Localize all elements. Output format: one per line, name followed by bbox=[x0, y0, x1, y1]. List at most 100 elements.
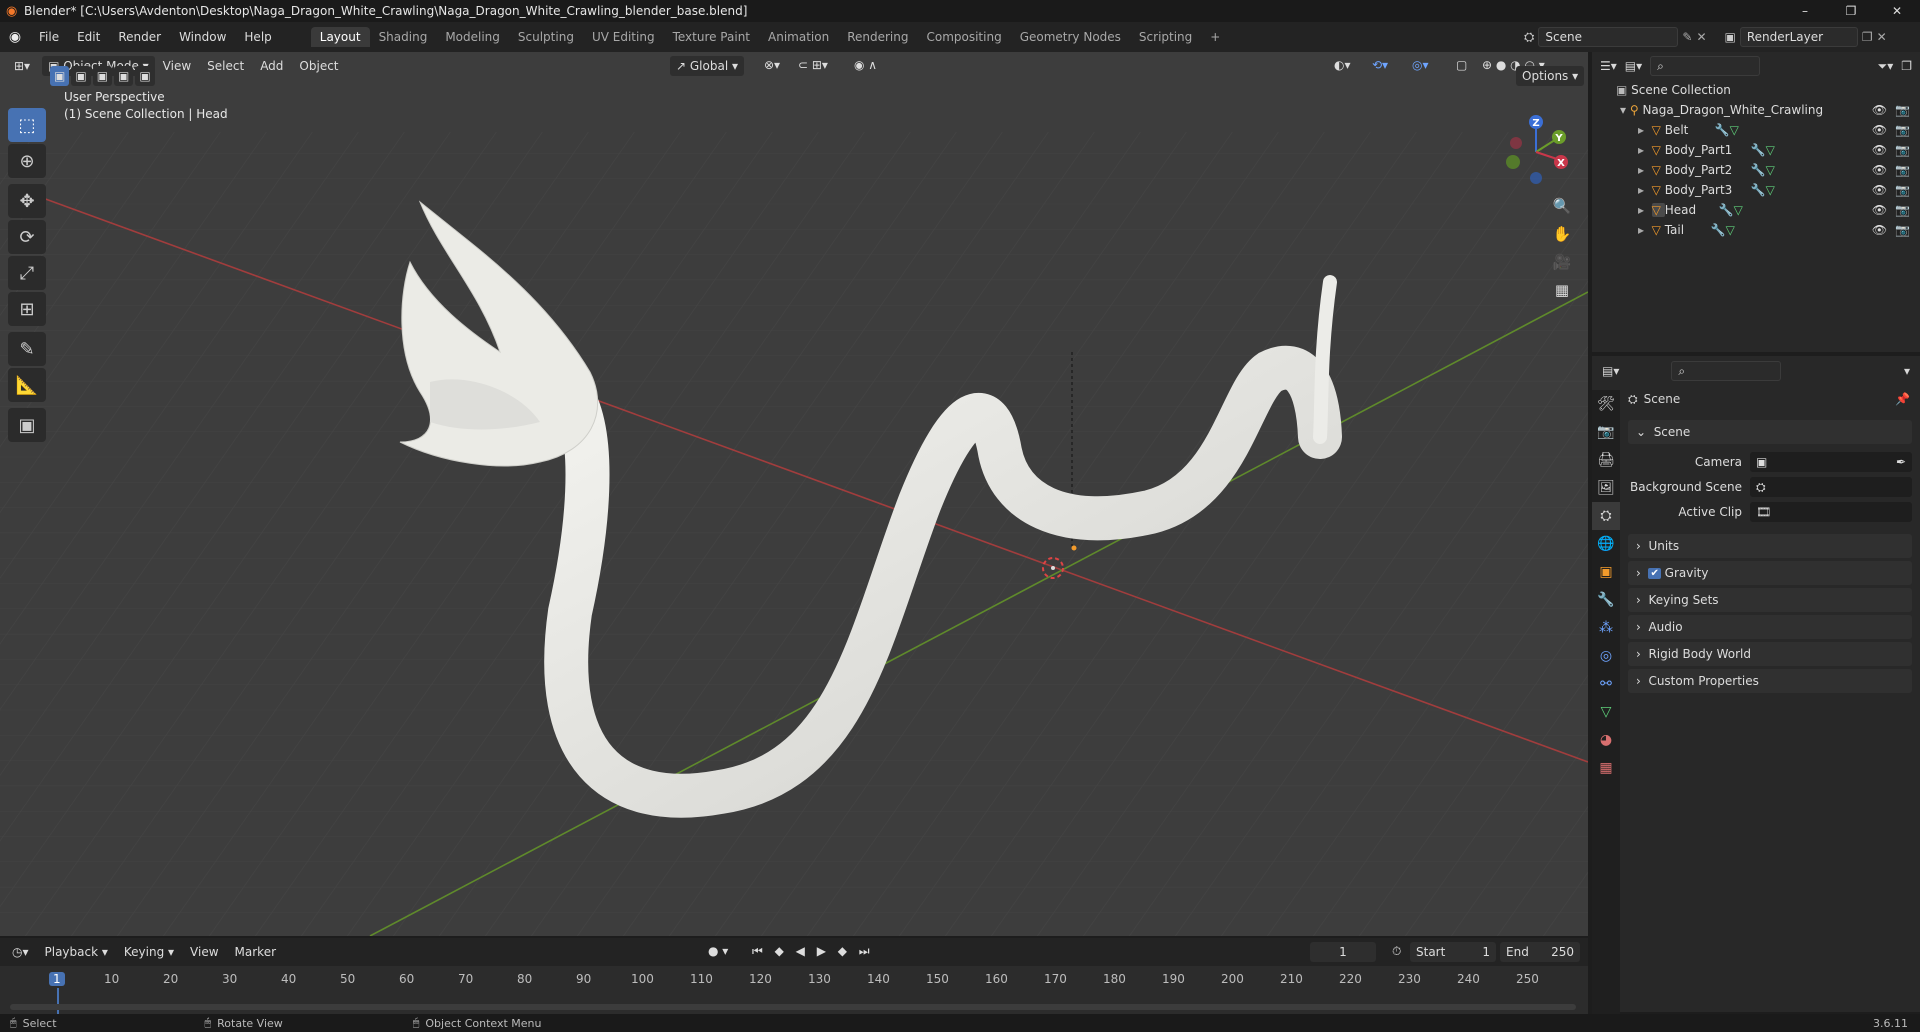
close-button[interactable]: ✕ bbox=[1874, 0, 1920, 22]
playhead-frame[interactable]: 1 bbox=[49, 972, 65, 986]
outliner-object-row[interactable]: ▸ ▽ Body_Part2 🔧 ▽ 👁 📷 bbox=[1592, 160, 1920, 180]
outliner-editor-icon[interactable]: ☰▾ bbox=[1600, 59, 1617, 73]
mesh-data-icon[interactable]: ▽ bbox=[1766, 183, 1775, 197]
menu-help[interactable]: Help bbox=[235, 30, 280, 44]
gravity-panel-header[interactable]: › ✔ Gravity bbox=[1628, 561, 1912, 585]
outliner-search-input[interactable]: ⌕ bbox=[1650, 56, 1761, 76]
pivot-point-icon[interactable]: ⊗▾ bbox=[756, 58, 788, 72]
rotate-tool-icon[interactable]: ⟳ bbox=[8, 220, 46, 254]
view-layer-tab-icon[interactable]: 🖼 bbox=[1592, 474, 1620, 502]
menu-file[interactable]: File bbox=[30, 30, 68, 44]
scene-tab-icon[interactable]: ⛭ bbox=[1592, 502, 1620, 530]
outliner-display-mode-icon[interactable]: ▤▾ bbox=[1625, 59, 1642, 73]
outliner-object-row[interactable]: ▸ ▽ Tail 🔧 ▽ 👁 📷 bbox=[1592, 220, 1920, 240]
viewport-menu-select[interactable]: Select bbox=[199, 59, 252, 73]
timeline-ruler[interactable]: 1 10 20 30 40 50 60 70 80 90 100 110 120… bbox=[0, 966, 1588, 1014]
expand-arrow-icon[interactable]: ▸ bbox=[1638, 123, 1652, 137]
proportional-edit-icon[interactable]: ◉ ∧ bbox=[846, 58, 885, 72]
modifier-wrench-icon[interactable]: 🔧 bbox=[1751, 163, 1766, 177]
add-workspace-button[interactable]: + bbox=[1201, 27, 1229, 47]
timeline-editor-icon[interactable]: ◷▾ bbox=[0, 945, 37, 959]
visibility-eye-icon[interactable]: 👁 bbox=[1872, 123, 1887, 137]
expand-arrow-icon[interactable]: ▸ bbox=[1638, 203, 1652, 217]
tab-modeling[interactable]: Modeling bbox=[436, 27, 509, 47]
visibility-eye-icon[interactable]: 👁 bbox=[1872, 203, 1887, 217]
tab-geometry-nodes[interactable]: Geometry Nodes bbox=[1011, 27, 1130, 47]
expand-arrow-icon[interactable]: ▾ bbox=[1620, 103, 1630, 117]
renderlayer-selector[interactable]: RenderLayer bbox=[1739, 27, 1858, 47]
preview-range-icon[interactable]: ⏱ bbox=[1384, 944, 1409, 959]
gizmo-neg-y-axis[interactable] bbox=[1506, 155, 1520, 169]
modifier-wrench-icon[interactable]: 🔧 bbox=[1719, 203, 1734, 217]
outliner-scene-collection[interactable]: ▣ Scene Collection bbox=[1592, 80, 1920, 100]
properties-search-input[interactable]: ⌕ bbox=[1671, 361, 1782, 381]
mesh-data-icon[interactable]: ▽ bbox=[1726, 223, 1735, 237]
background-scene-field[interactable]: ⛭ bbox=[1750, 477, 1912, 497]
modifier-wrench-icon[interactable]: 🔧 bbox=[1715, 123, 1730, 137]
particles-tab-icon[interactable]: ⁂ bbox=[1592, 614, 1620, 642]
navigation-gizmo[interactable]: Z Y X bbox=[1496, 110, 1576, 190]
gravity-checkbox[interactable]: ✔ bbox=[1648, 567, 1661, 579]
texture-tab-icon[interactable]: ▦ bbox=[1592, 754, 1620, 782]
rigid-body-world-panel-header[interactable]: › Rigid Body World bbox=[1628, 642, 1912, 666]
snap-icon[interactable]: ⊂ ⊞▾ bbox=[790, 58, 836, 72]
viewport-menu-view[interactable]: View bbox=[155, 59, 199, 73]
ortho-grid-icon[interactable]: ▦ bbox=[1548, 276, 1576, 304]
gizmo-toggle-icon[interactable]: ⟲▾ bbox=[1364, 58, 1396, 72]
render-camera-icon[interactable]: 📷 bbox=[1895, 103, 1910, 117]
constraints-tab-icon[interactable]: ⚯ bbox=[1592, 670, 1620, 698]
modifier-tab-icon[interactable]: 🔧 bbox=[1592, 586, 1620, 614]
active-clip-field[interactable]: 🎞 bbox=[1750, 502, 1912, 522]
renderlayer-icon[interactable]: ▣ bbox=[1725, 30, 1736, 44]
world-tab-icon[interactable]: 🌐 bbox=[1592, 530, 1620, 558]
overlay-toggle-icon[interactable]: ◎▾ bbox=[1404, 58, 1437, 72]
modifier-wrench-icon[interactable]: 🔧 bbox=[1751, 183, 1766, 197]
playhead-line[interactable] bbox=[57, 988, 59, 1014]
outliner-object-row[interactable]: ▸ ▽ Belt 🔧 ▽ 👁 📷 bbox=[1592, 120, 1920, 140]
tab-shading[interactable]: Shading bbox=[370, 27, 437, 47]
editor-type-icon[interactable]: ⊞▾ bbox=[0, 59, 38, 73]
output-tab-icon[interactable]: 🖨 bbox=[1592, 446, 1620, 474]
menu-window[interactable]: Window bbox=[170, 30, 235, 44]
scene-close-icon[interactable]: ✕ bbox=[1696, 30, 1706, 44]
scene-panel-header[interactable]: ⌄ Scene bbox=[1628, 420, 1912, 444]
record-icon[interactable]: ● ▾ bbox=[700, 944, 736, 958]
timeline-menu-marker[interactable]: Marker bbox=[227, 945, 284, 959]
measure-tool-icon[interactable]: 📐 bbox=[8, 368, 46, 402]
units-panel-header[interactable]: › Units bbox=[1628, 534, 1912, 558]
scene-icon[interactable]: ⛭ bbox=[1524, 30, 1534, 45]
mesh-data-icon[interactable]: ▽ bbox=[1734, 203, 1743, 217]
select-invert-icon[interactable]: ▣ bbox=[114, 66, 134, 86]
pan-hand-icon[interactable]: ✋ bbox=[1548, 220, 1576, 248]
visibility-eye-icon[interactable]: 👁 bbox=[1872, 183, 1887, 197]
expand-arrow-icon[interactable]: ▸ bbox=[1638, 183, 1652, 197]
properties-editor-icon[interactable]: ▤▾ bbox=[1602, 364, 1619, 378]
timeline-menu-view[interactable]: View bbox=[182, 945, 226, 959]
render-tab-icon[interactable]: 📷 bbox=[1592, 418, 1620, 446]
zoom-icon[interactable]: 🔍 bbox=[1548, 192, 1576, 220]
tab-animation[interactable]: Animation bbox=[759, 27, 838, 47]
timeline-menu-playback[interactable]: Playback ▾ bbox=[37, 945, 116, 959]
menu-edit[interactable]: Edit bbox=[68, 30, 109, 44]
cursor-tool-icon[interactable]: ⊕ bbox=[8, 144, 46, 178]
pin-icon[interactable]: 📌 bbox=[1895, 392, 1910, 406]
renderlayer-close-icon[interactable]: ✕ bbox=[1877, 30, 1887, 44]
expand-arrow-icon[interactable]: ▸ bbox=[1638, 163, 1652, 177]
outliner-object-row[interactable]: ▸ ▽ Body_Part1 🔧 ▽ 👁 📷 bbox=[1592, 140, 1920, 160]
tab-scripting[interactable]: Scripting bbox=[1130, 27, 1201, 47]
keying-sets-panel-header[interactable]: › Keying Sets bbox=[1628, 588, 1912, 612]
tab-layout[interactable]: Layout bbox=[310, 27, 370, 47]
data-tab-icon[interactable]: ▽ bbox=[1592, 698, 1620, 726]
visibility-eye-icon[interactable]: 👁 bbox=[1872, 103, 1887, 117]
select-subtract-icon[interactable]: ▣ bbox=[92, 66, 113, 86]
select-box-tool-icon[interactable]: ⬚ bbox=[8, 108, 46, 142]
tab-rendering[interactable]: Rendering bbox=[838, 27, 917, 47]
visibility-icon[interactable]: ◐▾ bbox=[1326, 58, 1359, 72]
minimize-button[interactable]: – bbox=[1782, 0, 1828, 22]
scale-tool-icon[interactable]: ⤢ bbox=[8, 256, 46, 290]
end-frame-field[interactable]: End 250 bbox=[1500, 942, 1580, 962]
mesh-data-icon[interactable]: ▽ bbox=[1766, 163, 1775, 177]
menu-render[interactable]: Render bbox=[109, 30, 170, 44]
render-camera-icon[interactable]: 📷 bbox=[1895, 123, 1910, 137]
properties-options-icon[interactable]: ▾ bbox=[1904, 364, 1910, 378]
